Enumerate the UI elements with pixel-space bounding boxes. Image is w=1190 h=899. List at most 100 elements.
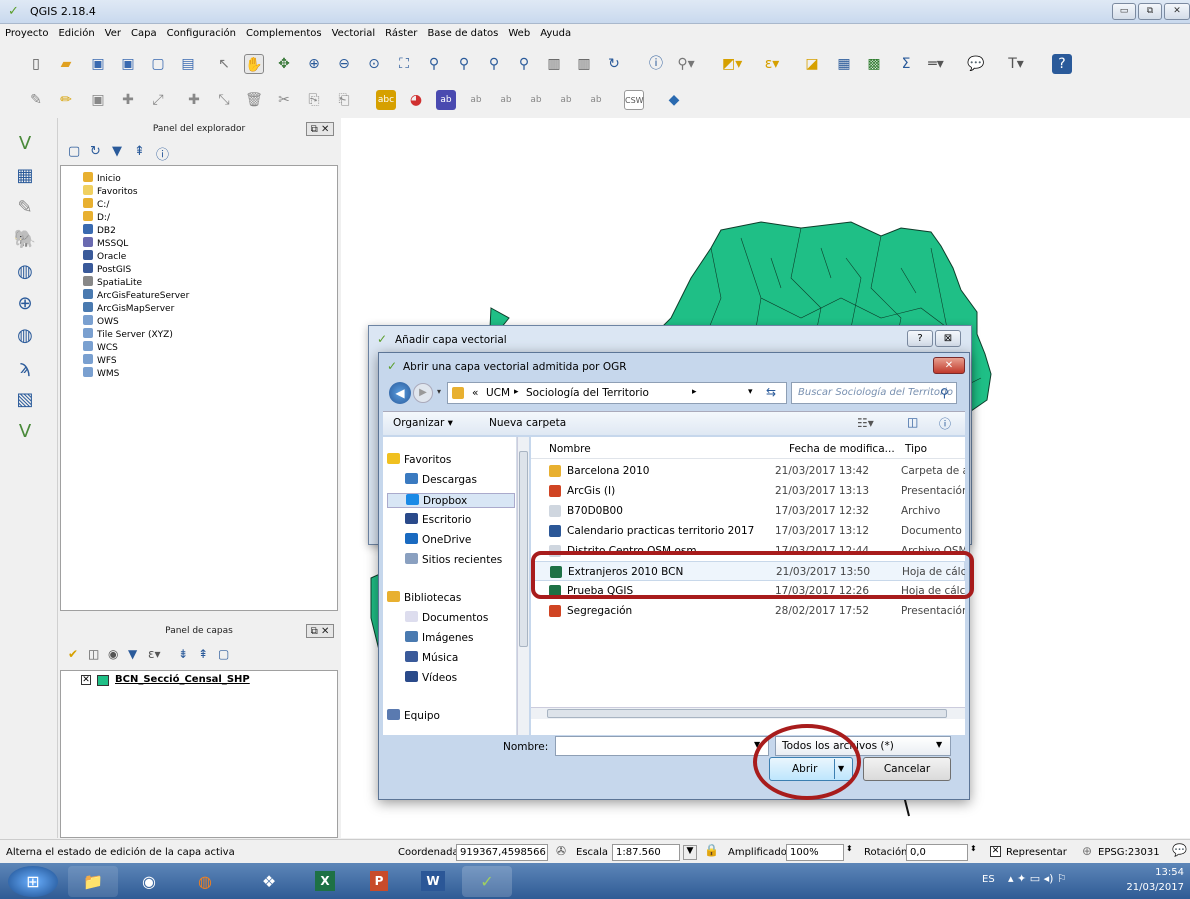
crs-icon[interactable]: ⊕ <box>1082 844 1092 858</box>
move-feature-icon[interactable]: ⤢ <box>148 90 168 110</box>
extents-toggle-icon[interactable]: ✇ <box>556 844 566 858</box>
horizontal-scrollbar[interactable] <box>531 707 965 719</box>
nav-libraries[interactable]: Bibliotecas <box>387 591 461 604</box>
paste-features-icon[interactable]: ⎗ <box>334 90 354 110</box>
new-project-icon[interactable]: ▯ <box>26 54 46 74</box>
tree-item[interactable]: D:/ <box>83 211 110 223</box>
menu-web[interactable]: Web <box>503 24 535 39</box>
magnifier-spinner[interactable]: ⬍ <box>846 844 853 853</box>
measure-icon[interactable]: ═▾ <box>926 54 946 74</box>
file-row[interactable]: Calendario practicas territorio 2017 17/0… <box>531 521 965 541</box>
add-wms-layer-icon[interactable]: ◍ <box>10 258 40 286</box>
zoom-next-icon[interactable]: ⚲ <box>514 54 534 74</box>
tree-item[interactable]: WFS <box>83 354 117 366</box>
current-edits-icon[interactable]: ✎ <box>26 90 46 110</box>
python-icon[interactable]: ◆ <box>664 90 684 110</box>
messages-icon[interactable]: 💬 <box>1172 843 1187 857</box>
zoom-full-icon[interactable]: ⛶ <box>394 54 414 74</box>
render-checkbox[interactable]: ✕ <box>990 846 1001 857</box>
zoom-actual-icon[interactable]: ⊙ <box>364 54 384 74</box>
tree-item[interactable]: ArcGisFeatureServer <box>83 289 189 301</box>
refresh-icon[interactable]: ↻ <box>604 54 624 74</box>
add-delimited-text-icon[interactable]: ✎ <box>10 194 40 222</box>
tree-item[interactable]: Inicio <box>83 172 121 184</box>
browser-panel-close-button[interactable]: ⧉ ✕ <box>306 122 334 136</box>
menu-capa[interactable]: Capa <box>126 24 162 39</box>
tray-icons[interactable]: ▴ ✦ ▭ ◂) ⚐ <box>1008 872 1067 885</box>
tree-item[interactable]: Favoritos <box>83 185 138 197</box>
delete-selected-icon[interactable]: 🗑 <box>244 90 264 110</box>
help-icon[interactable]: ? <box>1052 54 1072 74</box>
move-label-icon[interactable]: ab <box>526 90 546 110</box>
copy-features-icon[interactable]: ⎘ <box>304 90 324 110</box>
dropbox-taskbar-icon[interactable]: ❖ <box>244 866 294 897</box>
pan-to-selection-icon[interactable]: ✥ <box>274 54 294 74</box>
add-feature-icon[interactable]: ✚ <box>118 90 138 110</box>
organize-button[interactable]: Organizar ▾ <box>393 417 453 429</box>
excel-taskbar-icon[interactable]: X <box>300 866 350 897</box>
recent-locations-icon[interactable]: ▾ <box>437 387 441 396</box>
preview-pane-icon[interactable]: ◫ <box>907 415 918 429</box>
labeling-icon[interactable]: abc <box>376 90 396 110</box>
path-segment-sociologia[interactable]: Sociología del Territorio <box>526 387 649 399</box>
pan-icon[interactable]: ✋ <box>244 54 264 74</box>
zoom-out-icon[interactable]: ⊖ <box>334 54 354 74</box>
identify-icon[interactable]: ⓘ <box>646 54 666 74</box>
nav-item[interactable]: Música <box>405 651 458 664</box>
tree-item[interactable]: ArcGisMapServer <box>83 302 174 314</box>
nav-scrollbar-thumb[interactable] <box>519 451 528 647</box>
add-vector-layer-icon[interactable]: V <box>10 130 40 158</box>
search-box[interactable]: Buscar Sociología del Territorio ⚲ <box>791 382 957 404</box>
layer-labeling-icon[interactable]: ab <box>436 90 456 110</box>
save-edits-icon[interactable]: ▣ <box>88 90 108 110</box>
menu-raster[interactable]: Ráster <box>380 24 422 39</box>
path-dropdown-icon[interactable]: ▾ <box>748 387 753 397</box>
file-row[interactable]: Barcelona 2010 21/03/2017 13:42 Carpeta de… <box>531 461 965 481</box>
filename-input[interactable]: ▼ <box>555 736 769 756</box>
nav-item[interactable]: Imágenes <box>405 631 473 644</box>
zoom-selection-icon[interactable]: ⚲ <box>454 54 474 74</box>
tree-item[interactable]: OWS <box>83 315 119 327</box>
node-edit-icon[interactable]: ⤡ <box>214 90 234 110</box>
tree-item[interactable]: WMS <box>83 367 119 379</box>
refresh-browser-icon[interactable]: ↻ <box>90 144 101 159</box>
tree-item[interactable]: SpatiaLite <box>83 276 142 288</box>
tree-item[interactable]: PostGIS <box>83 263 131 275</box>
qgis-taskbar-icon[interactable]: ✓ <box>462 866 512 897</box>
minimize-button[interactable]: ▭ <box>1112 3 1136 20</box>
filter-icon[interactable]: ▼ <box>112 144 122 159</box>
new-folder-button[interactable]: Nueva carpeta <box>489 417 566 429</box>
cancel-button[interactable]: Cancelar <box>863 757 951 781</box>
add-wfs-layer-icon[interactable]: ◍ <box>10 322 40 350</box>
zoom-layer-icon[interactable]: ⚲ <box>424 54 444 74</box>
rotate-label-icon[interactable]: ab <box>556 90 576 110</box>
zoom-last-icon[interactable]: ⚲ <box>484 54 504 74</box>
rotation-spinner[interactable]: ⬍ <box>970 844 977 853</box>
open-project-icon[interactable]: ▰ <box>56 54 76 74</box>
back-button[interactable]: ◀ <box>389 382 411 404</box>
touch-icon[interactable]: ↖ <box>214 54 234 74</box>
nav-item[interactable]: Escritorio <box>405 513 471 526</box>
select-by-expression-icon[interactable]: ε▾ <box>762 54 782 74</box>
powerpoint-taskbar-icon[interactable]: P <box>354 866 404 897</box>
menu-complementos[interactable]: Complementos <box>241 24 327 39</box>
add-wcs-layer-icon[interactable]: ⊕ <box>10 290 40 318</box>
add-spatialite-icon[interactable]: ϡ <box>10 354 40 382</box>
print-composer-icon[interactable]: ▢ <box>148 54 168 74</box>
field-calculator-icon[interactable]: ▩ <box>864 54 884 74</box>
add-mssql-icon[interactable]: ▧ <box>10 386 40 414</box>
scale-field[interactable]: 1:87.560 <box>612 844 680 861</box>
nav-scrollbar[interactable] <box>517 437 529 735</box>
horizontal-scrollbar-thumb[interactable] <box>547 709 947 718</box>
statistics-icon[interactable]: Σ <box>896 54 916 74</box>
path-bar[interactable]: « UCM ▸ Sociología del Territorio ▸ ▾ ⇆ <box>447 382 787 404</box>
layer-name[interactable]: BCN_Secció_Censal_SHP <box>115 674 250 685</box>
view-options-icon[interactable]: ☷▾ <box>857 416 874 430</box>
save-project-icon[interactable]: ▣ <box>88 54 108 74</box>
add-group-icon[interactable]: ◫ <box>88 647 99 661</box>
firefox-taskbar-icon[interactable]: ◍ <box>180 866 230 897</box>
crs-label[interactable]: EPSG:23031 <box>1098 847 1160 858</box>
style-icon[interactable]: ✔ <box>68 647 78 661</box>
menu-ayuda[interactable]: Ayuda <box>535 24 576 39</box>
menu-configuracion[interactable]: Configuración <box>162 24 241 39</box>
